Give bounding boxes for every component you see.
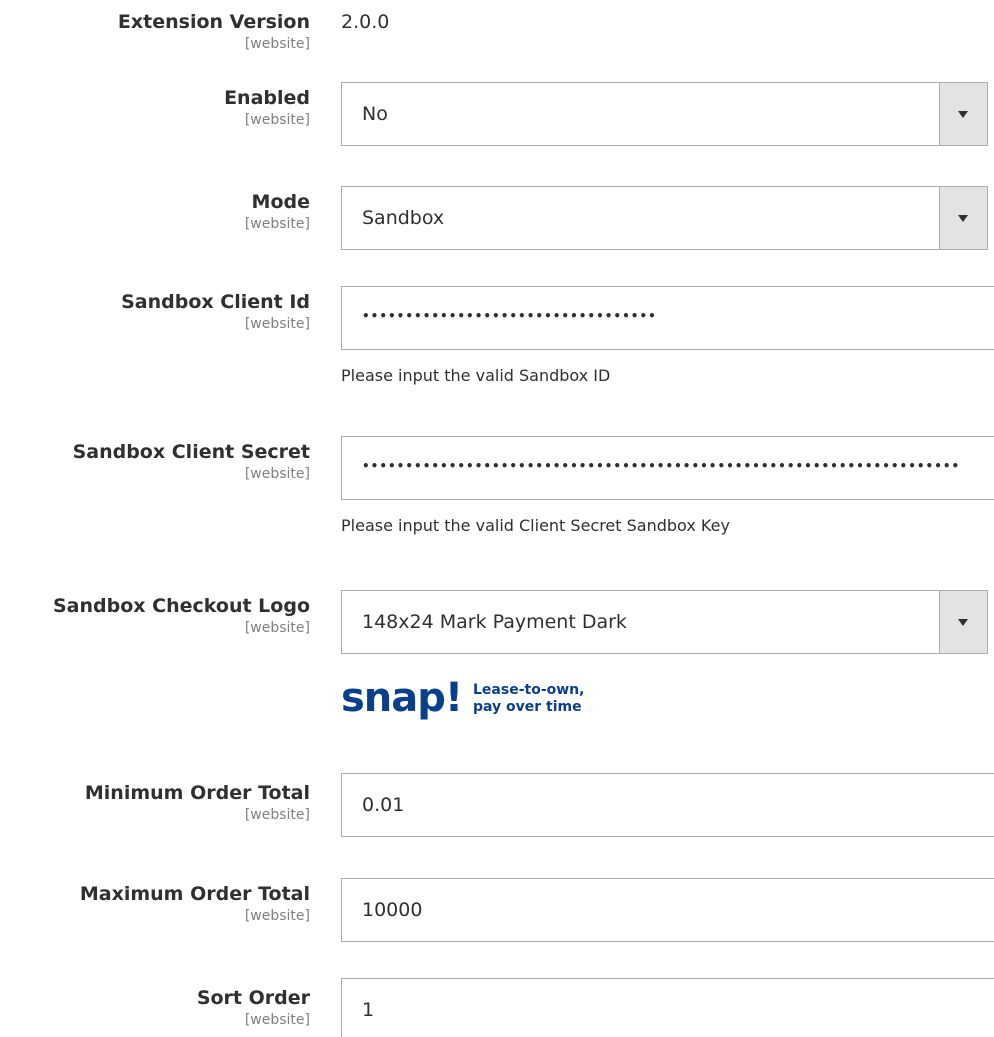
snap-logo-wordmark: snap! — [341, 675, 463, 721]
payment-config-form: Extension Version [website] 2.0.0 Enable… — [0, 0, 994, 1037]
mode-label-group: Mode [website] — [245, 190, 310, 234]
sandbox-client-secret-masked-value: ••••••••••••••••••••••••••••••••••••••••… — [362, 459, 961, 473]
sandbox-client-id-input[interactable]: •••••••••••••••••••••••••••••••••• — [341, 286, 994, 350]
chevron-down-icon — [958, 111, 968, 118]
extension-version-value: 2.0.0 — [341, 11, 390, 33]
sandbox-client-id-note: Please input the valid Sandbox ID — [341, 366, 611, 385]
sandbox-checkout-logo-label: Sandbox Checkout Logo — [53, 595, 310, 617]
maximum-order-total-label-group: Maximum Order Total [website] — [80, 882, 310, 926]
sort-order-input[interactable]: 1 — [341, 978, 994, 1037]
extension-version-label: Extension Version — [117, 11, 310, 33]
mode-select-toggle[interactable] — [939, 187, 987, 249]
sandbox-client-secret-label: Sandbox Client Secret — [72, 441, 310, 463]
enabled-select[interactable]: No — [341, 82, 988, 146]
extension-version-label-group: Extension Version [website] — [118, 10, 310, 54]
minimum-order-total-label-group: Minimum Order Total [website] — [85, 781, 310, 825]
sandbox-checkout-logo-label-group: Sandbox Checkout Logo [website] — [53, 594, 310, 638]
maximum-order-total-input[interactable]: 10000 — [341, 878, 994, 942]
enabled-select-toggle[interactable] — [939, 83, 987, 145]
mode-select[interactable]: Sandbox — [341, 186, 988, 250]
mode-selected-value: Sandbox — [362, 207, 445, 229]
sandbox-client-id-label: Sandbox Client Id — [121, 291, 310, 313]
minimum-order-total-value: 0.01 — [362, 794, 405, 816]
sandbox-client-id-masked-value: •••••••••••••••••••••••••••••••••• — [362, 309, 657, 323]
sort-order-scope: [website] — [244, 1012, 310, 1028]
minimum-order-total-scope: [website] — [244, 807, 310, 823]
enabled-selected-value: No — [362, 103, 388, 125]
sandbox-client-secret-scope: [website] — [244, 466, 310, 482]
sandbox-client-secret-label-group: Sandbox Client Secret [website] — [73, 440, 310, 484]
minimum-order-total-label: Minimum Order Total — [84, 782, 310, 804]
maximum-order-total-scope: [website] — [244, 908, 310, 924]
enabled-label-group: Enabled [website] — [224, 86, 310, 130]
maximum-order-total-value: 10000 — [362, 899, 423, 921]
sandbox-client-secret-input[interactable]: ••••••••••••••••••••••••••••••••••••••••… — [341, 436, 994, 500]
snap-logo-preview: snap! Lease-to-own, pay over time — [341, 676, 621, 726]
chevron-down-icon — [958, 619, 968, 626]
sandbox-checkout-logo-scope: [website] — [244, 620, 310, 636]
maximum-order-total-label: Maximum Order Total — [79, 883, 310, 905]
mode-label: Mode — [251, 191, 310, 213]
sort-order-label: Sort Order — [196, 987, 310, 1009]
extension-version-scope: [website] — [244, 36, 310, 52]
sandbox-client-id-label-group: Sandbox Client Id [website] — [121, 290, 310, 334]
sort-order-value: 1 — [362, 999, 375, 1021]
mode-scope: [website] — [244, 216, 310, 232]
sandbox-client-id-scope: [website] — [244, 316, 310, 332]
sort-order-label-group: Sort Order [website] — [197, 986, 310, 1030]
sandbox-client-secret-note: Please input the valid Client Secret San… — [341, 516, 730, 535]
snap-logo-tagline-line2: pay over time — [473, 699, 582, 715]
sandbox-checkout-logo-select[interactable]: 148x24 Mark Payment Dark — [341, 590, 988, 654]
chevron-down-icon — [958, 215, 968, 222]
enabled-label: Enabled — [224, 87, 310, 109]
snap-logo-tagline-line1: Lease-to-own, — [473, 682, 585, 698]
minimum-order-total-input[interactable]: 0.01 — [341, 773, 994, 837]
snap-logo-tagline: Lease-to-own, pay over time — [473, 682, 584, 716]
sandbox-checkout-logo-selected-value: 148x24 Mark Payment Dark — [362, 611, 627, 633]
enabled-scope: [website] — [244, 112, 310, 128]
sandbox-checkout-logo-select-toggle[interactable] — [939, 591, 987, 653]
